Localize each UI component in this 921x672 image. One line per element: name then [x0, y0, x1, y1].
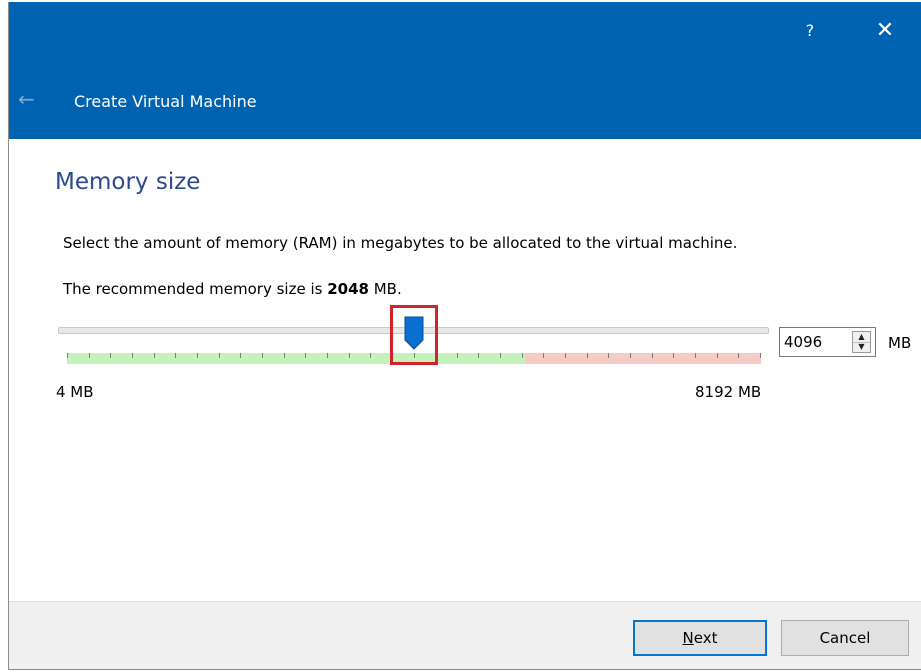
slider-tick [543, 353, 544, 358]
warning-range-band [525, 353, 761, 364]
slider-tick [262, 353, 263, 358]
slider-tick [717, 353, 718, 358]
next-button[interactable]: Next [633, 620, 767, 656]
help-button[interactable]: ? [795, 18, 825, 44]
slider-tick [738, 353, 739, 358]
slider-tick [132, 353, 133, 358]
slider-tick [652, 353, 653, 358]
slider-tick [89, 353, 90, 358]
spin-buttons: ▲ ▼ [852, 331, 871, 353]
slider-tick [370, 353, 371, 358]
slider-tick [630, 353, 631, 358]
memory-size-input[interactable] [784, 331, 846, 353]
slider-tick [587, 353, 588, 358]
slider-tick [67, 353, 68, 358]
slider-tick [175, 353, 176, 358]
slider-tick [457, 353, 458, 358]
slider-tick [219, 353, 220, 358]
slider-tick [327, 353, 328, 358]
recommended-memory-text: The recommended memory size is 2048 MB. [63, 278, 402, 300]
memory-spinbox: ▲ ▼ [779, 327, 876, 357]
slider-min-label: 4 MB [56, 383, 94, 401]
slider-tick [608, 353, 609, 358]
slider-tick [500, 353, 501, 358]
slider-tick [305, 353, 306, 358]
slider-tick [240, 353, 241, 358]
slider-tick [673, 353, 674, 358]
spin-down-icon[interactable]: ▼ [853, 342, 870, 352]
slider-tick [349, 353, 350, 358]
memory-unit-label: MB [888, 334, 912, 352]
slider-tick [760, 353, 761, 358]
slider-tick [284, 353, 285, 358]
page-heading: Memory size [55, 169, 201, 195]
back-arrow-icon[interactable]: ← [18, 86, 48, 112]
slider-tick [110, 353, 111, 358]
thumb-highlight-box [390, 305, 438, 365]
next-label: ext [693, 629, 718, 647]
cancel-button[interactable]: Cancel [781, 620, 909, 656]
recommended-value: 2048 [327, 280, 369, 298]
dialog-title: Create Virtual Machine [74, 92, 257, 111]
slider-tick [478, 353, 479, 358]
memory-description: Select the amount of memory (RAM) in meg… [63, 234, 738, 252]
slider-tick [695, 353, 696, 358]
slider-tick [565, 353, 566, 358]
slider-tick [154, 353, 155, 358]
recommended-suffix: MB. [368, 280, 402, 298]
slider-max-label: 8192 MB [695, 383, 762, 401]
dialog-header [9, 2, 921, 139]
slider-tick [522, 353, 523, 358]
next-accelerator: N [682, 629, 694, 647]
slider-tick [197, 353, 198, 358]
recommended-prefix: The recommended memory size is [63, 280, 328, 298]
close-button[interactable]: ✕ [870, 18, 900, 44]
